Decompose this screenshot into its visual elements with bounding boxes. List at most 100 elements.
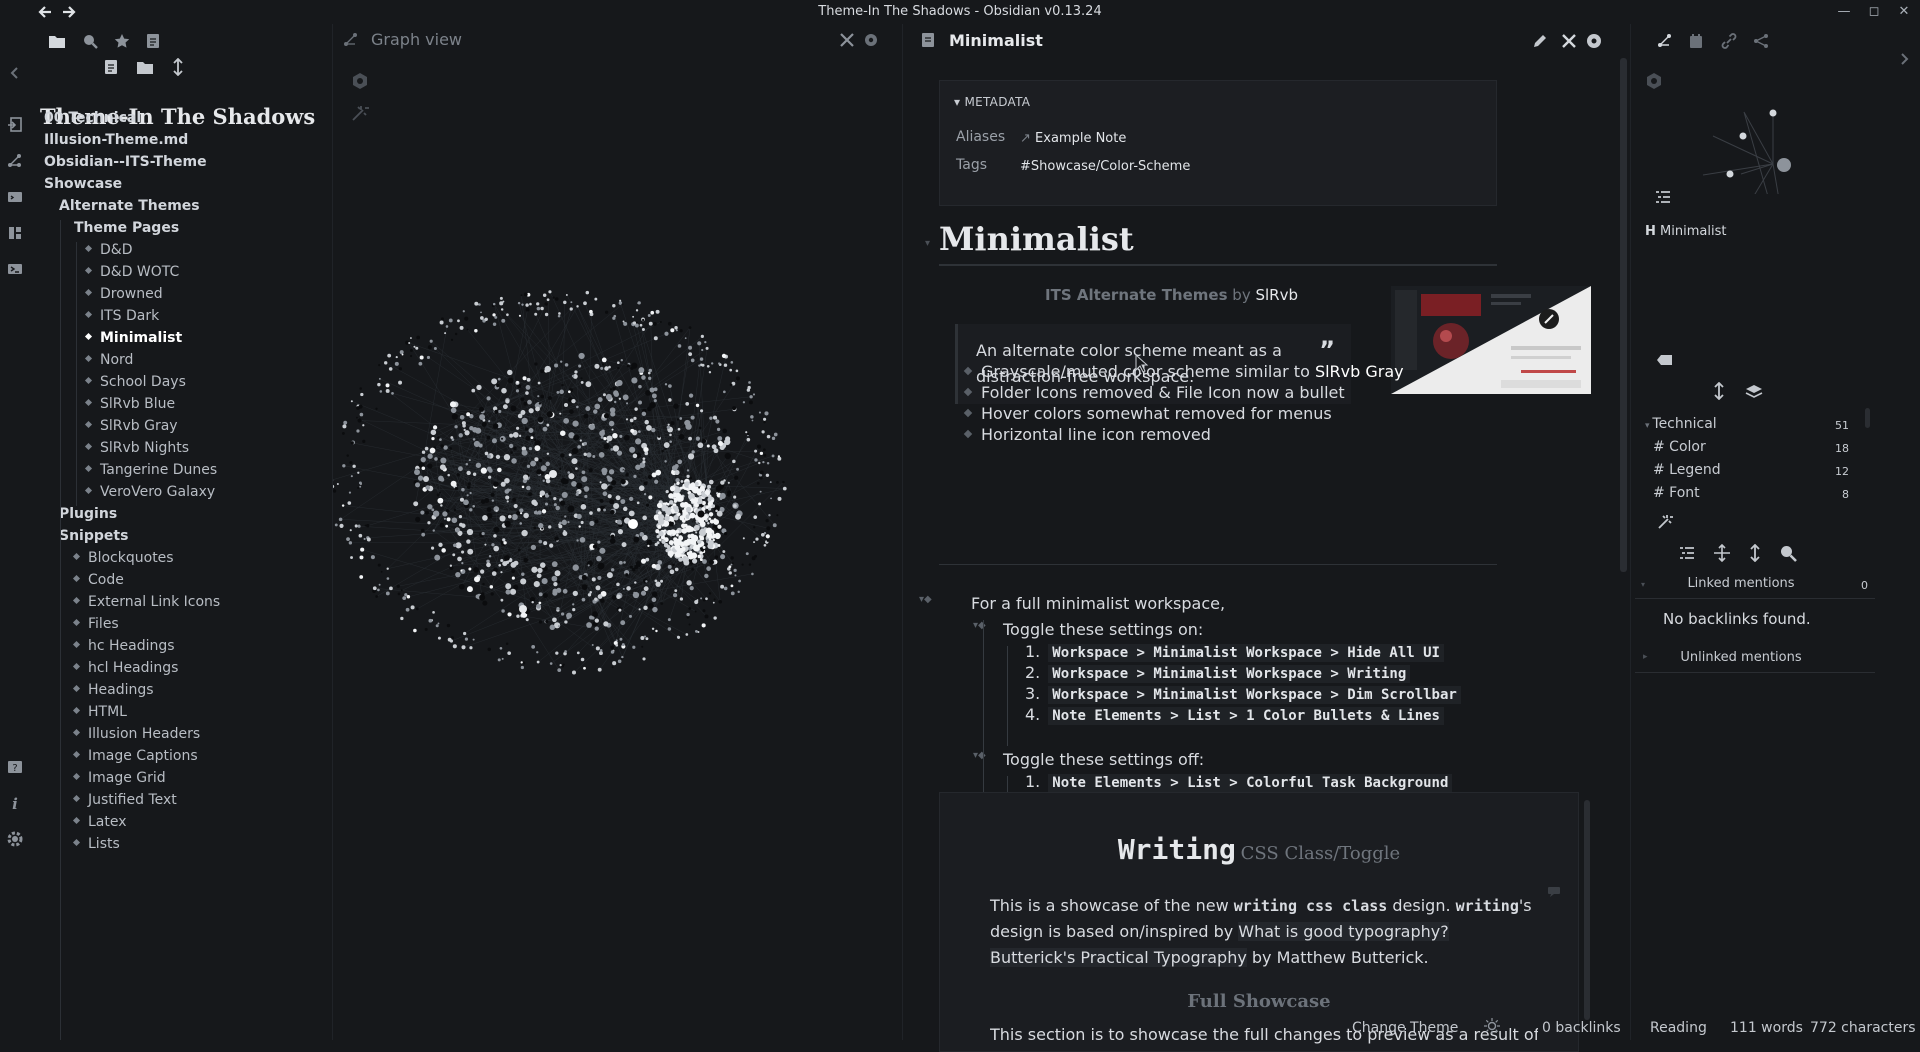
graph-node[interactable] xyxy=(537,417,543,423)
graph-node[interactable] xyxy=(387,577,390,580)
graph-node[interactable] xyxy=(438,476,443,481)
graph-node[interactable] xyxy=(467,494,469,496)
graph-node[interactable] xyxy=(501,319,505,323)
graph-node[interactable] xyxy=(538,523,543,528)
graph-node[interactable] xyxy=(641,591,646,596)
graph-node[interactable] xyxy=(459,523,463,527)
graph-node[interactable] xyxy=(629,511,635,517)
graph-node[interactable] xyxy=(648,377,651,380)
graph-node[interactable] xyxy=(617,361,620,364)
graph-node[interactable] xyxy=(694,600,698,604)
graph-node[interactable] xyxy=(604,444,610,450)
graph-node[interactable] xyxy=(538,540,542,544)
graph-node[interactable] xyxy=(589,521,594,526)
graph-node[interactable] xyxy=(440,444,443,447)
graph-node[interactable] xyxy=(358,525,361,528)
tree-file[interactable]: SlRvb Gray xyxy=(86,418,178,434)
tree-folder[interactable]: Plugins xyxy=(59,506,117,522)
graph-node[interactable] xyxy=(566,294,568,296)
graph-node[interactable] xyxy=(688,607,691,610)
graph-node[interactable] xyxy=(416,336,420,340)
graph-node[interactable] xyxy=(750,415,753,418)
graph-node[interactable] xyxy=(633,454,637,458)
graph-node[interactable] xyxy=(461,562,463,564)
graph-node[interactable] xyxy=(598,397,603,402)
graph-node[interactable] xyxy=(617,520,622,525)
graph-node[interactable] xyxy=(709,480,714,485)
graph-node[interactable] xyxy=(351,475,353,477)
graph-node[interactable] xyxy=(652,472,657,477)
graph-node[interactable] xyxy=(539,620,542,623)
graph-node[interactable] xyxy=(378,564,381,567)
tree-file[interactable]: Headings xyxy=(74,682,154,698)
graph-node[interactable] xyxy=(602,363,604,365)
graph-node[interactable] xyxy=(342,432,345,435)
graph-node[interactable] xyxy=(604,413,609,418)
graph-node[interactable] xyxy=(641,375,646,380)
graph-node[interactable] xyxy=(685,423,691,429)
graph-node[interactable] xyxy=(629,447,635,453)
graph-node[interactable] xyxy=(367,538,371,542)
graph-node[interactable] xyxy=(594,404,600,410)
graph-node[interactable] xyxy=(621,303,623,305)
graph-node[interactable] xyxy=(556,391,559,394)
graph-node[interactable] xyxy=(526,385,531,390)
graph-node[interactable] xyxy=(717,428,720,431)
graph-node[interactable] xyxy=(542,509,546,513)
graph-node[interactable] xyxy=(481,499,486,504)
graph-node[interactable] xyxy=(582,584,588,590)
graph-node[interactable] xyxy=(760,471,764,475)
graph-node[interactable] xyxy=(633,592,639,598)
graph-node[interactable] xyxy=(459,515,462,518)
graph-node[interactable] xyxy=(632,423,634,425)
graph-node[interactable] xyxy=(562,492,568,498)
graph-node[interactable] xyxy=(613,503,619,509)
graph-node[interactable] xyxy=(543,541,547,545)
graph-node[interactable] xyxy=(617,450,622,455)
graph-node[interactable] xyxy=(629,497,633,501)
graph-node[interactable] xyxy=(715,419,719,423)
graph-node[interactable] xyxy=(398,381,402,385)
graph-node[interactable] xyxy=(581,521,584,524)
graph-node[interactable] xyxy=(728,565,731,568)
tree-file[interactable]: Image Grid xyxy=(74,770,166,786)
graph-node[interactable] xyxy=(732,460,736,464)
pane-menu-icon[interactable] xyxy=(863,32,879,48)
graph-node[interactable] xyxy=(491,543,494,546)
tree-file[interactable]: SlRvb Nights xyxy=(86,440,189,456)
graph-node[interactable] xyxy=(683,560,689,566)
graph-node[interactable] xyxy=(467,586,473,592)
graph-node[interactable] xyxy=(539,602,542,605)
graph-node[interactable] xyxy=(460,570,462,572)
graph-node[interactable] xyxy=(359,387,362,390)
tree-file[interactable]: hc Headings xyxy=(74,638,175,654)
graph-node[interactable] xyxy=(555,297,559,301)
graph-node[interactable] xyxy=(601,436,604,439)
graph-node[interactable] xyxy=(696,436,700,440)
graph-node[interactable] xyxy=(516,381,518,383)
graph-node[interactable] xyxy=(445,525,448,528)
graph-node[interactable] xyxy=(391,392,394,395)
tree-folder[interactable]: Obsidian--ITS-Theme xyxy=(44,154,207,170)
graph-node[interactable] xyxy=(365,525,367,527)
graph-node[interactable] xyxy=(339,524,343,528)
graph-node[interactable] xyxy=(584,414,589,419)
graph-node[interactable] xyxy=(733,496,736,499)
graph-node[interactable] xyxy=(642,657,645,660)
graph-node[interactable] xyxy=(553,582,557,586)
graph-node[interactable] xyxy=(696,404,699,407)
graph-node[interactable] xyxy=(521,397,525,401)
graph-node[interactable] xyxy=(691,498,695,502)
graph-node[interactable] xyxy=(351,400,353,402)
graph-node[interactable] xyxy=(655,529,659,533)
graph-node[interactable] xyxy=(751,573,754,576)
graph-node[interactable] xyxy=(357,487,359,489)
graph-node[interactable] xyxy=(491,378,497,384)
graph-node[interactable] xyxy=(727,490,731,494)
graph-node[interactable] xyxy=(728,482,730,484)
graph-node[interactable] xyxy=(611,650,614,653)
graph-node[interactable] xyxy=(501,609,504,612)
graph-node[interactable] xyxy=(673,506,676,509)
graph-node[interactable] xyxy=(596,556,601,561)
graph-node[interactable] xyxy=(625,473,628,476)
